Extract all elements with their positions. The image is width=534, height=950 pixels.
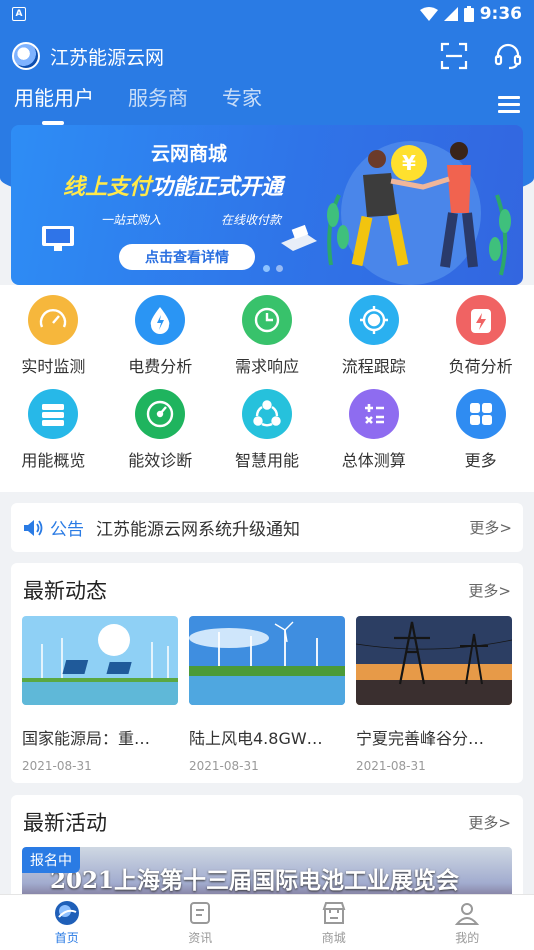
feature-grid: 实时监测 电费分析 需求响应 流程跟踪 负荷分析 用能概览 能效诊断 智慧用能 … — [0, 295, 534, 471]
customer-service-icon[interactable] — [494, 42, 522, 70]
speedometer-icon — [135, 389, 186, 439]
grid-item-more[interactable]: 更多 — [427, 389, 534, 471]
grid-item-load-analysis[interactable]: 负荷分析 — [427, 295, 534, 377]
water-drop-icon — [135, 295, 186, 345]
people-handshake-illustration: ¥ — [327, 141, 511, 285]
target-icon — [348, 295, 399, 345]
clock-icon — [241, 295, 292, 345]
news-card[interactable]: 国家能源局：重… 2021-08-31 — [22, 616, 178, 773]
feature-grid-card: 实时监测 电费分析 需求响应 流程跟踪 负荷分析 用能概览 能效诊断 智慧用能 … — [0, 285, 534, 492]
tab-service-provider[interactable]: 服务商 — [128, 82, 188, 111]
announcement-tag: 公告 — [50, 520, 84, 540]
announcement-text[interactable]: 江苏能源云网系统升级通知 — [96, 515, 300, 540]
grid-item-realtime-monitor[interactable]: 实时监测 — [0, 295, 107, 377]
tab-home[interactable]: 首页 — [0, 895, 134, 950]
promo-banner[interactable]: 云网商城 线上支付功能正式开通 一站式购入 在线收付款 点击查看详情 ¥ — [11, 125, 523, 285]
news-image-wind-farm — [189, 616, 345, 705]
status-badge: 报名中 — [22, 847, 80, 873]
grid-item-smart-energy[interactable]: 智慧用能 — [214, 389, 321, 471]
gauge-icon — [28, 295, 79, 345]
news-icon — [190, 901, 211, 924]
apps-grid-icon — [455, 389, 506, 439]
news-more-link[interactable]: 更多> — [468, 580, 511, 601]
scan-icon[interactable] — [440, 42, 468, 70]
bottom-tab-bar: 首页 资讯 商城 我的 — [0, 894, 534, 950]
announcement-bar[interactable]: 公告 江苏能源云网系统升级通知 更多> — [11, 503, 523, 552]
menu-icon[interactable] — [498, 96, 520, 114]
store-icon — [322, 901, 346, 924]
section-title: 最新动态 — [23, 579, 107, 603]
grid-item-process-tracking[interactable]: 流程跟踪 — [320, 295, 427, 377]
news-image-solar-wind — [22, 616, 178, 705]
battery-icon — [463, 6, 474, 22]
tab-mall[interactable]: 商城 — [267, 895, 401, 950]
user-type-tabs: 用能用户 服务商 专家 — [14, 82, 262, 125]
calculator-icon — [348, 389, 399, 439]
banner-indicator — [263, 265, 283, 272]
tab-news[interactable]: 资讯 — [134, 895, 268, 950]
speaker-icon — [24, 519, 43, 536]
clock: 9:36 — [479, 4, 522, 24]
app-logo — [12, 42, 40, 70]
grid-item-electricity-fee[interactable]: 电费分析 — [107, 295, 214, 377]
news-card[interactable]: 宁夏完善峰谷分… 2021-08-31 — [355, 616, 513, 773]
app-title: 江苏能源云网 — [50, 46, 165, 69]
tab-profile[interactable]: 我的 — [401, 895, 534, 950]
network-icon — [241, 389, 292, 439]
notification-icon: A — [12, 7, 26, 21]
svg-text:¥: ¥ — [402, 151, 416, 175]
home-logo-icon — [54, 900, 79, 925]
banner-detail-button[interactable]: 点击查看详情 — [119, 244, 255, 270]
tab-energy-user[interactable]: 用能用户 — [14, 82, 94, 125]
news-card[interactable]: 陆上风电4.8GW… 2021-08-31 — [189, 616, 345, 773]
banner-subtitle: 一站式购入 在线收付款 — [101, 213, 281, 227]
battery-bolt-icon — [455, 295, 506, 345]
tab-expert[interactable]: 专家 — [222, 82, 262, 111]
server-icon — [28, 389, 79, 439]
announcement-more-link[interactable]: 更多> — [469, 517, 512, 538]
activity-more-link[interactable]: 更多> — [468, 812, 511, 833]
grid-item-energy-overview[interactable]: 用能概览 — [0, 389, 107, 471]
wifi-icon — [419, 7, 438, 21]
status-bar: A 9:36 — [0, 0, 534, 28]
grid-item-efficiency-diagnosis[interactable]: 能效诊断 — [107, 389, 214, 471]
activity-banner-text: 2021上海第十三届国际电池工业展览会 — [50, 867, 460, 894]
grid-item-overall-calc[interactable]: 总体测算 — [320, 389, 427, 471]
computer-icon — [42, 226, 74, 251]
section-title: 最新活动 — [23, 811, 107, 835]
latest-news-section: 最新动态 更多> 国家能源局：重… 2021-08-31 陆上风电4.8GW… … — [11, 563, 523, 783]
grid-item-demand-response[interactable]: 需求响应 — [214, 295, 321, 377]
news-image-power-tower — [355, 616, 513, 705]
banner-headline: 线上支付功能正式开通 — [63, 175, 284, 200]
signal-icon — [443, 7, 458, 21]
banner-title: 云网商城 — [151, 143, 228, 165]
latest-activity-section: 最新活动 更多> 2021上海第十三届国际电池工业展览会 报名中 — [11, 795, 523, 905]
user-icon — [455, 902, 480, 925]
